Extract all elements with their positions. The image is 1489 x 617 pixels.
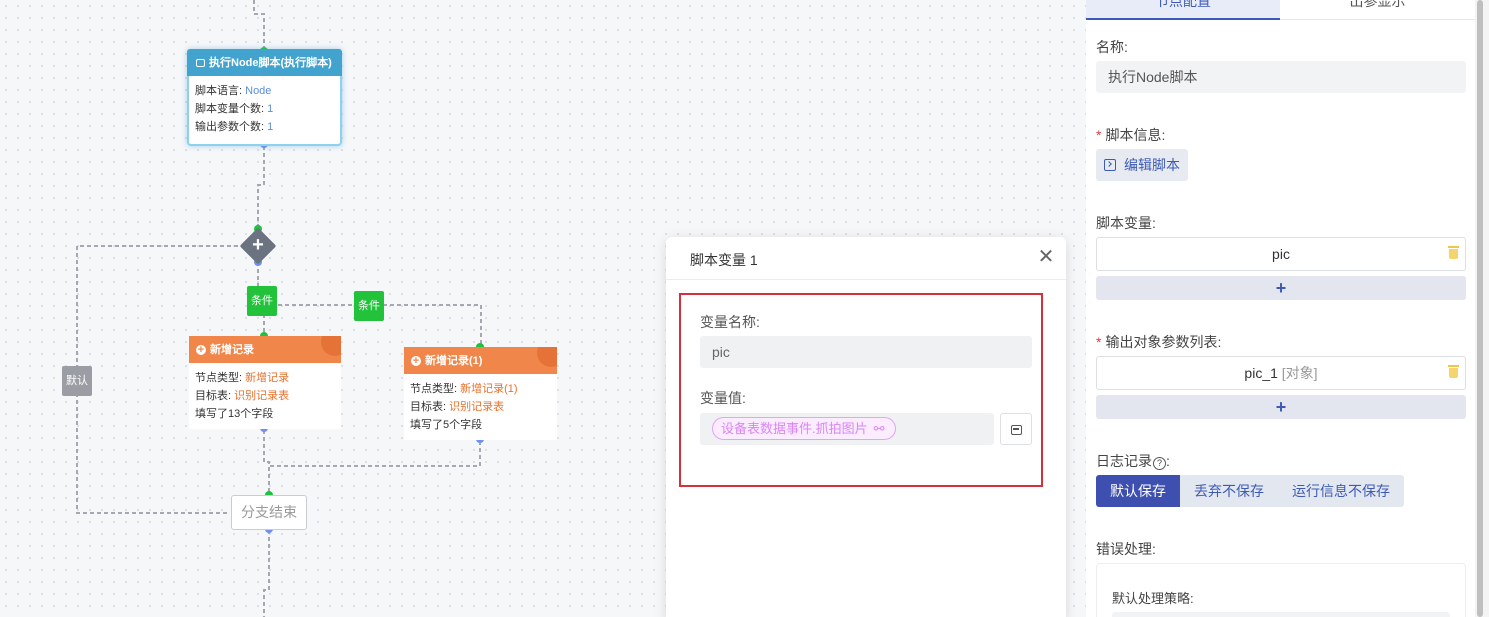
name-label: 名称:	[1096, 39, 1128, 55]
record-node-row: 填写了13个字段	[195, 408, 274, 420]
log-record-label: 日志记录?:	[1096, 453, 1170, 470]
record-node-row: 填写了5个字段	[410, 419, 483, 431]
plus-icon[interactable]: +	[247, 234, 269, 256]
insert-variable-button[interactable]	[1000, 413, 1032, 445]
add-circle-icon	[196, 341, 206, 359]
code-icon	[196, 58, 205, 67]
chip-label: 设备表数据事件.抓拍图片	[721, 421, 868, 436]
script-node-row: 脚本变量个数: 1	[195, 103, 274, 115]
condition-tag[interactable]: 条件	[247, 286, 277, 316]
branch-end-node[interactable]: 分支结束	[231, 495, 307, 530]
script-variable-row[interactable]: pic	[1096, 237, 1466, 271]
add-record-node-title: 新增记录(1)	[425, 354, 483, 367]
tab-output-display[interactable]: 出参显示	[1280, 0, 1475, 20]
record-node-row: 节点类型: 新增记录	[195, 372, 290, 384]
add-record-node-header: 新增记录	[189, 336, 341, 363]
log-record-segmented: 默认保存 丢弃不保存 运行信息不保存	[1096, 475, 1404, 507]
trash-icon[interactable]	[1448, 365, 1459, 378]
script-variable-dialog: 脚本变量 1 ✕ 变量名称: pic 变量值: 设备表数据事件.抓拍图片 ⚯	[666, 237, 1066, 617]
link-icon: ⚯	[873, 421, 885, 436]
variable-name-label: 变量名称:	[700, 314, 760, 330]
variable-value-field[interactable]: 设备表数据事件.抓拍图片 ⚯	[700, 413, 994, 445]
script-node-row: 输出参数个数: 1	[195, 121, 274, 133]
record-node-row: 节点类型: 新增记录(1)	[410, 383, 518, 395]
output-params-label: * 输出对象参数列表:	[1096, 334, 1222, 350]
script-info-label: * 脚本信息:	[1096, 127, 1166, 143]
error-handling-label: 错误处理:	[1096, 541, 1156, 557]
log-option-default-save[interactable]: 默认保存	[1096, 475, 1180, 507]
script-node-title: 执行Node脚本(执行脚本)	[209, 56, 332, 69]
close-icon[interactable]: ✕	[1036, 247, 1056, 267]
default-strategy-select[interactable]	[1112, 612, 1450, 617]
condition-tag[interactable]: 条件	[354, 291, 384, 321]
script-variables-label: 脚本变量:	[1096, 215, 1156, 231]
add-record-node[interactable]: 新增记录(1) 节点类型: 新增记录(1) 目标表: 识别记录表 填写了5个字段	[404, 347, 557, 440]
trash-icon[interactable]	[1448, 246, 1459, 259]
variable-value-label: 变量值:	[700, 390, 746, 406]
add-record-node[interactable]: 新增记录 节点类型: 新增记录 目标表: 识别记录表 填写了13个字段	[189, 336, 341, 429]
tab-node-config[interactable]: 节点配置	[1086, 0, 1280, 20]
record-node-row: 目标表: 识别记录表	[410, 401, 505, 413]
default-branch-tag[interactable]: 默认	[62, 366, 92, 396]
config-panel: 节点配置 出参显示 名称: 执行Node脚本 * 脚本信息: 编辑脚本 脚本变量:…	[1086, 0, 1475, 617]
help-icon[interactable]: ?	[1153, 457, 1166, 470]
add-output-param-button[interactable]: +	[1096, 395, 1466, 419]
dialog-title: 脚本变量 1	[690, 252, 758, 268]
error-handling-box: 默认处理策略:	[1096, 563, 1466, 617]
record-node-row: 目标表: 识别记录表	[195, 390, 290, 402]
variable-value-chip[interactable]: 设备表数据事件.抓拍图片 ⚯	[712, 417, 896, 440]
edit-script-button[interactable]: 编辑脚本	[1096, 149, 1188, 181]
output-param-row[interactable]: pic_1 [对象]	[1096, 356, 1466, 390]
variable-name-input[interactable]: pic	[700, 336, 1032, 368]
add-record-node-header: 新增记录(1)	[404, 347, 557, 374]
terminal-icon	[1104, 159, 1116, 171]
default-strategy-label: 默认处理策略:	[1112, 591, 1194, 606]
add-circle-icon	[411, 352, 421, 370]
log-option-discard[interactable]: 丢弃不保存	[1180, 475, 1278, 507]
script-node[interactable]: 执行Node脚本(执行脚本) 脚本语言: Node 脚本变量个数: 1 输出参数…	[187, 49, 342, 146]
add-script-variable-button[interactable]: +	[1096, 276, 1466, 300]
log-option-no-run-info[interactable]: 运行信息不保存	[1278, 475, 1404, 507]
scrollbar-thumb[interactable]	[1477, 0, 1483, 617]
name-input[interactable]: 执行Node脚本	[1096, 61, 1466, 93]
script-node-row: 脚本语言: Node	[195, 85, 272, 97]
edit-icon	[1011, 425, 1022, 435]
add-record-node-title: 新增记录	[210, 343, 254, 356]
panel-scrollbar[interactable]	[1475, 0, 1489, 617]
script-node-header: 执行Node脚本(执行脚本)	[187, 49, 342, 76]
dialog-divider	[666, 279, 1066, 280]
